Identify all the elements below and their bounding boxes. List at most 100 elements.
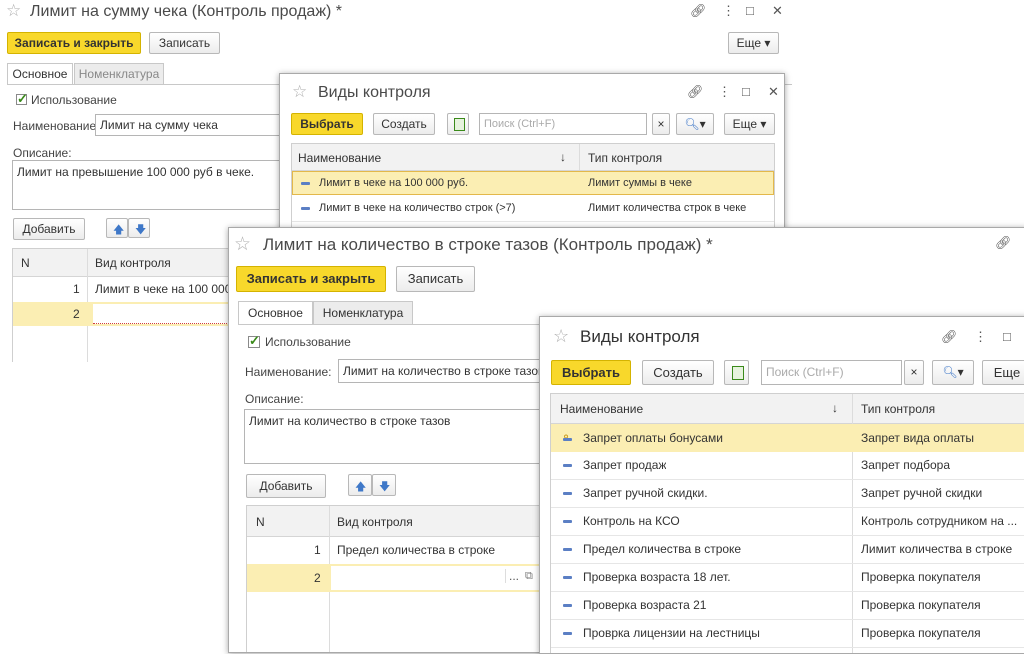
search-dropdown-arrow: ▾ xyxy=(957,365,964,379)
name-label: Наименование: xyxy=(245,365,332,379)
arrow-down-icon: 🡇 xyxy=(135,224,147,236)
description-label: Описание: xyxy=(245,392,304,406)
column-divider xyxy=(579,144,580,170)
tab-nomenclature[interactable]: Номенклатура xyxy=(313,301,413,325)
search-icon: 🔍︎ xyxy=(942,365,958,379)
item-name: Запрет оплаты бонусами xyxy=(583,431,723,445)
create-button[interactable]: Создать xyxy=(373,113,435,135)
sort-arrow-icon[interactable]: ↓ xyxy=(560,150,566,164)
item-icon xyxy=(563,492,572,495)
name-field[interactable]: Лимит на количество в строке тазов xyxy=(338,359,548,383)
item-type: Запрет ручной скидки xyxy=(861,486,983,500)
favorite-star-icon[interactable]: ☆ xyxy=(6,1,21,21)
item-type: Проверка покупателя xyxy=(861,570,981,584)
control-kinds-list: Наименование ↓ Тип контроля Лимит в чеке… xyxy=(291,143,775,234)
tab-main[interactable]: Основное xyxy=(238,301,313,325)
dialog-title: Виды контроля xyxy=(318,84,431,101)
link-icon[interactable]: 🔗︎ xyxy=(690,3,707,19)
add-button[interactable]: Добавить xyxy=(13,218,85,240)
move-down-button[interactable]: 🡇 xyxy=(372,474,396,496)
item-type: Лимит суммы в чеке xyxy=(588,177,692,189)
sort-arrow-icon[interactable]: ↓ xyxy=(832,401,838,415)
clear-search-button[interactable]: × xyxy=(652,113,670,135)
row-control-kind: Лимит в чеке на 100 000 xyxy=(95,282,232,296)
maximize-icon[interactable]: □ xyxy=(746,3,754,18)
more-button[interactable]: Еще ▾ xyxy=(728,32,779,54)
header-n: N xyxy=(256,515,265,529)
row-control-kind: Предел количества в строке xyxy=(337,543,496,557)
save-button[interactable]: Записать xyxy=(396,266,475,292)
move-up-button[interactable]: 🡅 xyxy=(348,474,372,496)
name-field[interactable]: Лимит на сумму чека xyxy=(95,114,295,136)
more-button[interactable]: Еще xyxy=(982,360,1024,385)
item-icon xyxy=(301,182,310,185)
item-name: Контроль на КСО xyxy=(583,514,680,528)
item-type: Запрет вида оплаты xyxy=(861,431,974,445)
header-control-kind: Вид контроля xyxy=(337,515,413,529)
header-control-type: Тип контроля xyxy=(861,402,936,416)
save-and-close-button[interactable]: Записать и закрыть xyxy=(7,32,141,54)
close-icon[interactable]: ✕ xyxy=(768,84,779,100)
save-and-close-button[interactable]: Записать и закрыть xyxy=(236,266,386,292)
copy-button[interactable] xyxy=(724,360,749,385)
header-control-kind: Вид контроля xyxy=(95,256,171,270)
item-name: Запрет ручной скидки. xyxy=(583,486,708,500)
control-kinds-table: N Вид контроля 1 Предел количества в стр… xyxy=(246,505,546,652)
favorite-star-icon[interactable]: ☆ xyxy=(234,233,251,256)
search-input[interactable]: Поиск (Ctrl+F) xyxy=(479,113,647,135)
copy-doc-icon xyxy=(732,366,744,380)
item-icon xyxy=(563,520,572,523)
item-name: Проверка возраста 21 xyxy=(583,598,707,612)
control-kinds-dialog-front: ☆ Виды контроля 🔗︎ ⋮ □ Выбрать Создать П… xyxy=(539,316,1024,654)
search-input[interactable]: Поиск (Ctrl+F) xyxy=(761,360,902,385)
maximize-icon[interactable]: □ xyxy=(742,84,750,99)
item-name: Лимит в чеке на количество строк (>7) xyxy=(319,202,516,214)
select-button[interactable]: Выбрать xyxy=(291,113,363,135)
description-label: Описание: xyxy=(13,146,72,160)
description-field[interactable]: Лимит на количество в строке тазов xyxy=(244,409,544,464)
link-icon[interactable]: 🔗︎ xyxy=(995,235,1012,251)
search-button[interactable]: 🔍︎▾ xyxy=(932,360,974,385)
item-icon xyxy=(563,464,572,467)
create-button[interactable]: Создать xyxy=(642,360,714,385)
move-down-button[interactable]: 🡇 xyxy=(128,218,150,238)
more-button[interactable]: Еще ▾ xyxy=(724,113,775,135)
move-up-button[interactable]: 🡅 xyxy=(106,218,128,238)
item-type: Контроль сотрудником на ... xyxy=(861,514,1018,528)
window-title: Лимит на количество в строке тазов (Конт… xyxy=(263,235,713,254)
maximize-icon[interactable]: □ xyxy=(1003,329,1011,344)
save-button[interactable]: Записать xyxy=(149,32,220,54)
dialog-title: Виды контроля xyxy=(580,327,700,346)
arrow-up-icon: 🡅 xyxy=(355,481,367,493)
row-number: 1 xyxy=(314,543,321,557)
tab-nomenclature[interactable]: Номенклатура xyxy=(74,63,164,85)
use-checkbox[interactable] xyxy=(248,333,260,349)
item-name: Проверка возраста 18 лет. xyxy=(583,570,731,584)
select-button[interactable]: Выбрать xyxy=(551,360,631,385)
clear-search-button[interactable]: × xyxy=(904,360,924,385)
item-name: Запрет продаж xyxy=(583,458,667,472)
add-button[interactable]: Добавить xyxy=(246,474,326,498)
item-type: Лимит количества в строке xyxy=(861,542,1013,556)
close-icon[interactable]: ✕ xyxy=(772,3,783,19)
choice-dots-button[interactable]: ... xyxy=(505,569,519,583)
use-label: Использование xyxy=(265,335,351,349)
use-label: Использование xyxy=(31,93,117,107)
link-icon[interactable]: 🔗︎ xyxy=(687,84,704,100)
tab-main[interactable]: Основное xyxy=(7,63,73,85)
favorite-star-icon[interactable]: ☆ xyxy=(292,82,307,102)
more-actions-icon[interactable]: ⋮ xyxy=(974,329,987,345)
favorite-star-icon[interactable]: ☆ xyxy=(553,326,569,347)
more-actions-icon[interactable]: ⋮ xyxy=(722,3,735,19)
item-icon xyxy=(301,207,310,210)
more-actions-icon[interactable]: ⋮ xyxy=(718,84,731,100)
item-icon xyxy=(563,576,572,579)
open-icon[interactable]: ⧉ xyxy=(525,570,533,583)
description-field[interactable]: Лимит на превышение 100 000 руб в чеке. xyxy=(12,160,302,210)
search-button[interactable]: 🔍︎▾ xyxy=(676,113,714,135)
use-checkbox[interactable] xyxy=(16,91,28,107)
link-icon[interactable]: 🔗︎ xyxy=(941,329,958,345)
item-name: Провркa лицензии на лестницы xyxy=(583,626,760,640)
header-name: Наименование xyxy=(298,151,382,165)
copy-button[interactable] xyxy=(447,113,469,135)
